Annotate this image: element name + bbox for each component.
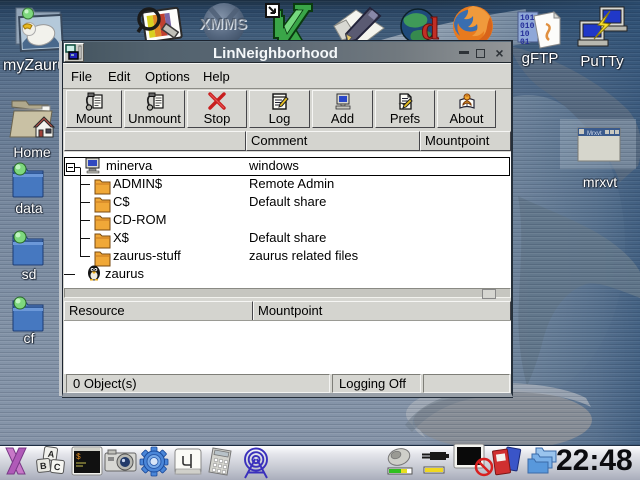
svg-text:Mrxvt: Mrxvt [587,131,602,137]
svg-text:01: 01 [520,38,530,47]
svg-text:$: $ [76,453,81,462]
svg-text:XMMS: XMMS [199,16,247,33]
